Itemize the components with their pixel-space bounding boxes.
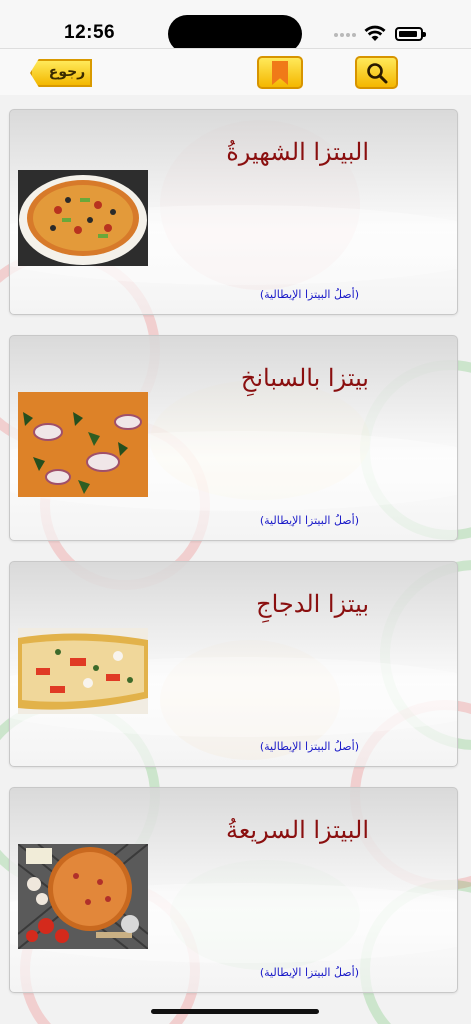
item-subtitle: (أصلُ البيتزا الإيطالية) [259,966,359,979]
list-item[interactable]: البيتزا السريعةُ (أصلُ البيتزا الإيطالية… [9,787,458,993]
list-item[interactable]: بيتزا بالسبانخِ (أصلُ البيتزا الإيطالية) [9,335,458,541]
bookmarks-button[interactable] [257,56,303,89]
back-button[interactable]: رجوع [30,59,92,87]
status-bar: 12:56 [0,0,471,53]
item-subtitle: (أصلُ البيتزا الإيطالية) [259,740,359,753]
status-time: 12:56 [64,22,116,43]
search-icon [367,63,388,84]
item-thumbnail [18,170,148,266]
battery-icon [395,27,426,41]
item-thumbnail [18,392,148,497]
list-item[interactable]: البيتزا الشهيرةُ (أصلُ البيتزا الإيطالية… [9,109,458,315]
item-title: بيتزا الدجاجِ [256,590,369,618]
item-thumbnail [18,844,148,949]
bookmark-icon [272,61,288,85]
item-subtitle: (أصلُ البيتزا الإيطالية) [259,288,359,301]
home-indicator[interactable] [151,1009,319,1014]
item-title: بيتزا بالسبانخِ [240,364,369,392]
back-button-label: رجوع [48,64,86,80]
item-title: البيتزا الشهيرةُ [226,138,369,166]
item-thumbnail [18,628,148,714]
item-title: البيتزا السريعةُ [225,816,369,844]
wifi-icon [364,25,386,41]
search-button[interactable] [355,56,398,89]
navigation-bar: رجوع [0,48,471,95]
list-item[interactable]: بيتزا الدجاجِ (أصلُ البيتزا الإيطالية) [9,561,458,767]
item-subtitle: (أصلُ البيتزا الإيطالية) [259,514,359,527]
